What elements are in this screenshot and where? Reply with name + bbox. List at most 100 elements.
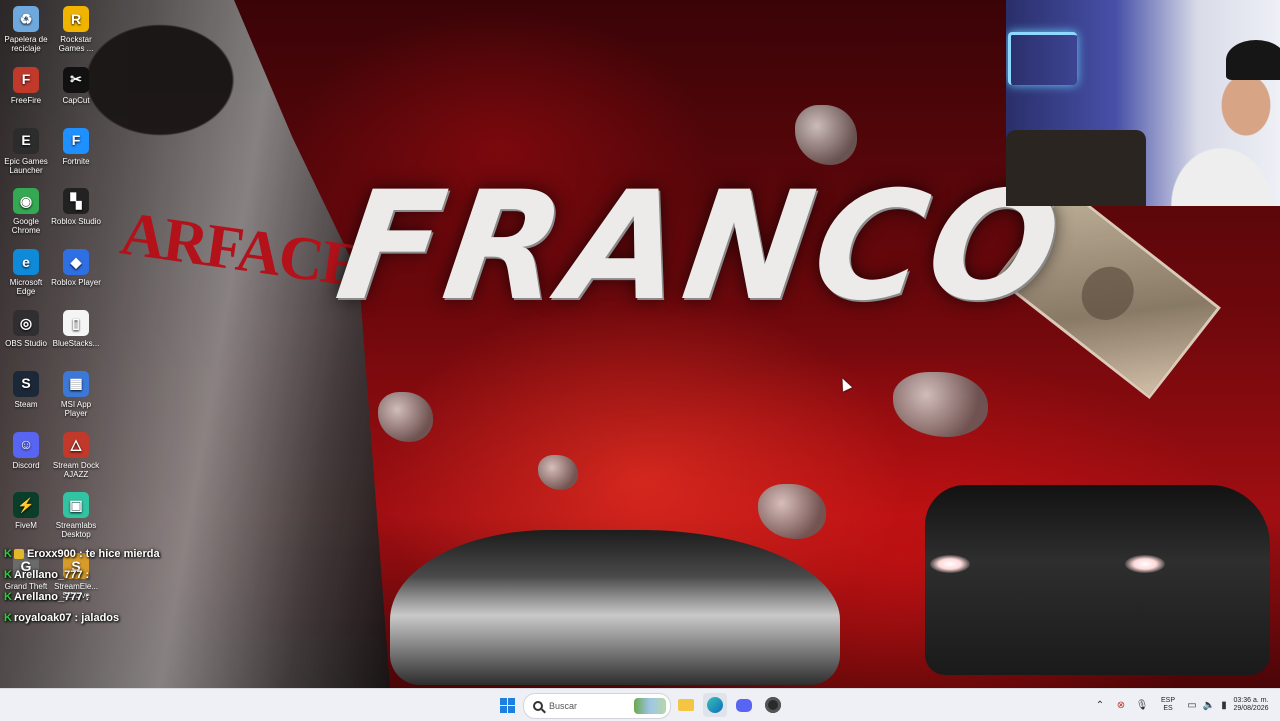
chat-message: K Arellano_777 : (4, 590, 93, 603)
wallpaper-rock (378, 392, 433, 442)
freefire-icon: F (13, 66, 39, 93)
obs-icon (765, 697, 781, 713)
neon-light-icon (1008, 32, 1077, 85)
discord-icon: ☺ (13, 431, 39, 458)
taskbar-search[interactable]: Buscar (523, 693, 671, 719)
security-icon[interactable]: ⊗ (1115, 699, 1127, 711)
clock[interactable]: 03:36 a. m. 29/08/2026 (1226, 697, 1276, 713)
kick-icon: K (4, 547, 12, 560)
wallpaper-suv (925, 485, 1270, 675)
capcut-icon: ✂ (63, 66, 89, 93)
mouse-cursor-icon (837, 376, 853, 392)
desktop-icon-label: CapCut (62, 95, 90, 105)
desktop-icon-discord[interactable]: ☺ Discord (0, 426, 52, 470)
obs-taskbar-button[interactable] (761, 693, 785, 717)
chat-message: K royaloak07 : jalados (4, 612, 120, 625)
desktop-icon-capcut[interactable]: ✂ CapCut (50, 61, 102, 105)
chat-message: K Eroxx900 : te hice mierda (4, 547, 160, 560)
desktop-icon-label: Epic Games Launcher (4, 156, 48, 175)
desktop-icon-freefire[interactable]: F FreeFire (0, 61, 52, 105)
recycle-bin-icon: ♻ (13, 6, 39, 32)
folder-icon (678, 699, 694, 711)
start-button[interactable] (495, 693, 519, 717)
chat-user: Eroxx900 (26, 547, 76, 560)
desktop-icon-steam[interactable]: S Steam (0, 365, 52, 409)
edge-icon: e (13, 249, 39, 276)
bluestacks-icon: ▯ (63, 310, 89, 336)
desktop-icon-recycle-bin[interactable]: ♻ Papelera de reciclaje (0, 0, 52, 53)
discord-taskbar-button[interactable] (732, 693, 756, 717)
desktop-icon-chrome[interactable]: ◉ Google Chrome (0, 182, 52, 235)
search-icon (533, 701, 543, 711)
roblox-player-icon: ◆ (63, 249, 89, 276)
windows-icon (499, 697, 515, 713)
desktop-icon-label: Rockstar Games ... (58, 35, 94, 53)
chrome-icon: ◉ (13, 188, 39, 215)
desktop-icon-label: Fortnite (62, 156, 90, 166)
volume-icon[interactable]: 🔈 (1203, 699, 1215, 711)
roblox-studio-icon: ▚ (63, 188, 89, 215)
desktop-icon-streamlabs[interactable]: ▣ Streamlabs Desktop (50, 486, 102, 539)
desktop-icon-label: FreeFire (10, 95, 42, 105)
desktop-icon-roblox-player[interactable]: ◆ Roblox Player (50, 243, 102, 287)
desktop-icon-fivem[interactable]: ⚡ FiveM (0, 486, 52, 530)
wallpaper-rock (758, 484, 826, 539)
desktop-icon-label: OBS Studio (5, 339, 47, 348)
desktop-icon-fortnite[interactable]: F Fortnite (50, 122, 102, 166)
kick-icon: K (4, 590, 12, 603)
edge-taskbar-button[interactable] (703, 693, 727, 717)
fortnite-icon: F (63, 127, 89, 154)
desktop-icon-label: Microsoft Edge (9, 278, 43, 297)
desktop-icon-label: Roblox Player (51, 278, 101, 288)
desktop-icon-edge[interactable]: e Microsoft Edge (0, 243, 52, 296)
desktop-icon-label: Roblox Studio (51, 217, 101, 227)
chat-text: jalados (81, 612, 120, 625)
desktop: ARFACE FRANCO ♻ Papelera de reciclaje R Roc… (0, 0, 1280, 688)
fivem-icon: ⚡ (13, 492, 39, 519)
file-explorer-button[interactable] (674, 693, 698, 717)
clock-date: 29/08/2026 (1233, 705, 1269, 712)
desktop-icon-stream-dock[interactable]: △ Stream Dock AJAZZ (50, 426, 102, 479)
network-icon[interactable]: ▭ (1186, 699, 1198, 711)
desktop-icon-obs[interactable]: ◎ OBS Studio (0, 304, 52, 348)
language-top: ESP (1160, 697, 1175, 704)
wallpaper-sports-car (390, 530, 840, 685)
chat-message: K Arellano_777 : (4, 569, 93, 582)
chat-text: te hice mierda (85, 547, 160, 560)
rockstar-icon: R (63, 6, 89, 32)
desktop-icon-bluestacks[interactable]: ▯ BlueStacks... (50, 304, 102, 348)
msi-app-player-icon: ▦ (63, 370, 89, 397)
clock-time: 03:36 a. m. (1233, 697, 1269, 704)
steam-icon: S (13, 370, 39, 397)
taskbar: Buscar ⌃ ⊗ 🎙 ESP ES ▭ 🔈 ▮ 03:36 a. m. 29… (0, 688, 1280, 721)
search-placeholder: Buscar (549, 701, 578, 711)
streamlabs-icon: ▣ (63, 492, 89, 519)
search-highlight-icon (634, 698, 666, 714)
desktop-icon-msi-app-player[interactable]: ▦ MSI App Player (50, 365, 102, 418)
webcam-couch (1006, 130, 1146, 206)
webcam-overlay (1006, 0, 1280, 206)
chat-overlay: K Eroxx900 : te hice mierda K Arellano_7… (4, 543, 160, 629)
desktop-icon-label: MSI App Player (60, 399, 92, 418)
wallpaper-rock (538, 455, 578, 490)
chat-badge-icon (13, 548, 24, 559)
language-indicator[interactable]: ESP ES (1158, 697, 1178, 713)
desktop-icon-label: Papelera de reciclaje (4, 35, 48, 53)
wallpaper-title: FRANCO (327, 160, 1074, 334)
chat-user: Arellano_777 (13, 590, 83, 603)
microphone-icon[interactable]: 🎙 (1136, 699, 1149, 711)
desktop-icon-label: FiveM (15, 521, 37, 531)
kick-icon: K (4, 612, 12, 625)
edge-icon (707, 697, 723, 713)
desktop-icon-roblox-studio[interactable]: ▚ Roblox Studio (50, 182, 102, 226)
desktop-icon-label: Stream Dock AJAZZ (52, 460, 100, 479)
desktop-icon-label: Discord (12, 460, 40, 470)
desktop-icon-label: Google Chrome (11, 217, 41, 236)
chevron-up-icon[interactable]: ⌃ (1094, 699, 1106, 711)
chat-user: Arellano_777 (13, 569, 83, 582)
desktop-icon-epic-games[interactable]: E Epic Games Launcher (0, 122, 52, 175)
desktop-icon-label: Streamlabs Desktop (55, 521, 97, 540)
desktop-icon-rockstar[interactable]: R Rockstar Games ... (50, 0, 102, 53)
wallpaper-rock (893, 372, 988, 437)
kick-icon: K (4, 569, 12, 582)
